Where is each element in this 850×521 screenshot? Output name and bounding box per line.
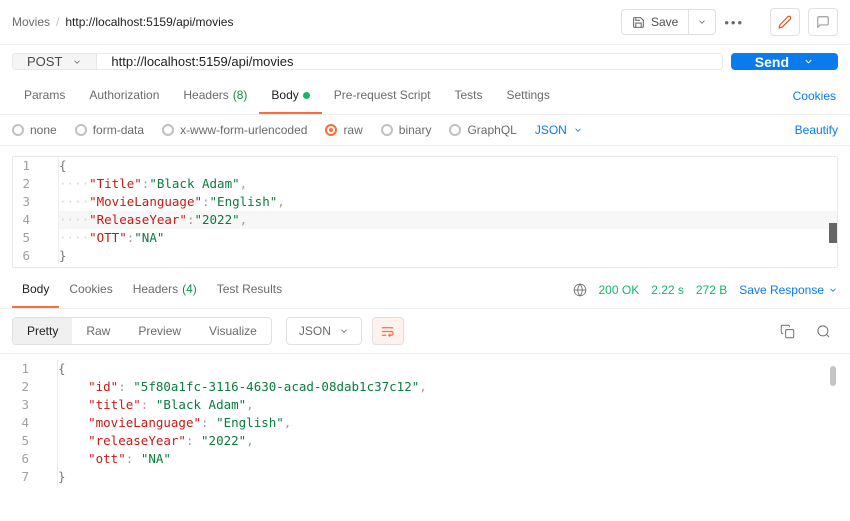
save-label: Save: [651, 15, 678, 29]
comment-icon: [816, 15, 830, 29]
url-input[interactable]: [97, 54, 721, 69]
edit-button[interactable]: [770, 8, 800, 36]
wrap-icon: [380, 324, 395, 339]
breadcrumb: Movies / http://localhost:5159/api/movie…: [12, 15, 621, 29]
beautify-link[interactable]: Beautify: [795, 123, 838, 137]
radio-binary[interactable]: binary: [381, 123, 432, 137]
chevron-down-icon: [697, 17, 707, 27]
view-modes: Pretty Raw Preview Visualize JSON: [0, 309, 850, 354]
send-button[interactable]: Send: [731, 53, 838, 70]
breadcrumb-current: http://localhost:5159/api/movies: [65, 15, 233, 29]
scrollbar[interactable]: [830, 366, 836, 480]
vm-raw[interactable]: Raw: [72, 318, 124, 344]
pencil-icon: [778, 15, 792, 29]
resp-tab-headers[interactable]: Headers (4): [123, 272, 207, 308]
response-tabs: Body Cookies Headers (4) Test Results 20…: [0, 272, 850, 309]
save-response[interactable]: Save Response: [739, 283, 838, 297]
resp-tab-cookies[interactable]: Cookies: [59, 272, 122, 308]
unsaved-dot-icon: [303, 92, 310, 99]
method-url-bar: POST: [12, 53, 723, 70]
tab-authorization[interactable]: Authorization: [77, 78, 171, 114]
chevron-down-icon: [573, 125, 583, 135]
radio-raw[interactable]: raw: [325, 123, 362, 137]
request-body-editor[interactable]: 123456 { ····"Title":"Black Adam", ····"…: [12, 156, 838, 268]
response-format-select[interactable]: JSON: [286, 317, 362, 345]
radio-formdata[interactable]: form-data: [75, 123, 144, 137]
method-select[interactable]: POST: [13, 54, 97, 69]
line-gutter: 123456: [13, 157, 59, 265]
resp-tab-body[interactable]: Body: [12, 272, 59, 308]
request-tabs: Params Authorization Headers (8) Body Pr…: [0, 78, 850, 115]
cookies-link[interactable]: Cookies: [791, 79, 838, 113]
tab-params[interactable]: Params: [12, 78, 77, 114]
chevron-down-icon: [72, 57, 82, 67]
search-icon: [816, 324, 831, 339]
body-format-select[interactable]: JSON: [535, 123, 583, 137]
breadcrumb-separator: /: [56, 15, 59, 29]
floppy-icon: [632, 16, 645, 29]
comment-button[interactable]: [808, 8, 838, 36]
save-button[interactable]: Save: [621, 9, 689, 35]
copy-icon: [780, 324, 795, 339]
vm-visualize[interactable]: Visualize: [195, 318, 271, 344]
copy-button[interactable]: [772, 317, 802, 345]
chevron-down-icon: [339, 326, 349, 336]
chevron-down-icon: [803, 56, 814, 67]
search-button[interactable]: [808, 317, 838, 345]
method-label: POST: [27, 54, 62, 69]
chevron-down-icon: [828, 285, 838, 295]
response-body-editor[interactable]: 1234567 { "id": "5f80a1fc-3116-4630-acad…: [12, 360, 838, 486]
tab-body[interactable]: Body: [259, 78, 321, 114]
radio-xwww[interactable]: x-www-form-urlencoded: [162, 123, 307, 137]
tab-prerequest[interactable]: Pre-request Script: [322, 78, 443, 114]
status-time: 2.22 s: [651, 283, 684, 297]
wrap-toggle[interactable]: [372, 317, 404, 345]
tab-headers[interactable]: Headers (8): [171, 78, 259, 114]
resize-handle[interactable]: [829, 223, 837, 243]
save-button-group: Save: [621, 9, 716, 35]
save-dropdown[interactable]: [689, 9, 716, 35]
body-type-row: none form-data x-www-form-urlencoded raw…: [0, 115, 850, 146]
resp-tab-testresults[interactable]: Test Results: [207, 272, 292, 308]
radio-graphql[interactable]: GraphQL: [449, 123, 516, 137]
radio-none[interactable]: none: [12, 123, 57, 137]
tab-settings[interactable]: Settings: [495, 78, 562, 114]
globe-icon[interactable]: [573, 283, 587, 297]
status-code: 200 OK: [599, 283, 640, 297]
line-gutter: 1234567: [12, 360, 58, 486]
vm-preview[interactable]: Preview: [124, 318, 195, 344]
tab-tests[interactable]: Tests: [442, 78, 494, 114]
breadcrumb-root[interactable]: Movies: [12, 15, 50, 29]
send-label: Send: [755, 54, 789, 70]
more-actions[interactable]: •••: [724, 15, 744, 30]
vm-pretty[interactable]: Pretty: [13, 318, 72, 344]
status-size: 272 B: [696, 283, 727, 297]
